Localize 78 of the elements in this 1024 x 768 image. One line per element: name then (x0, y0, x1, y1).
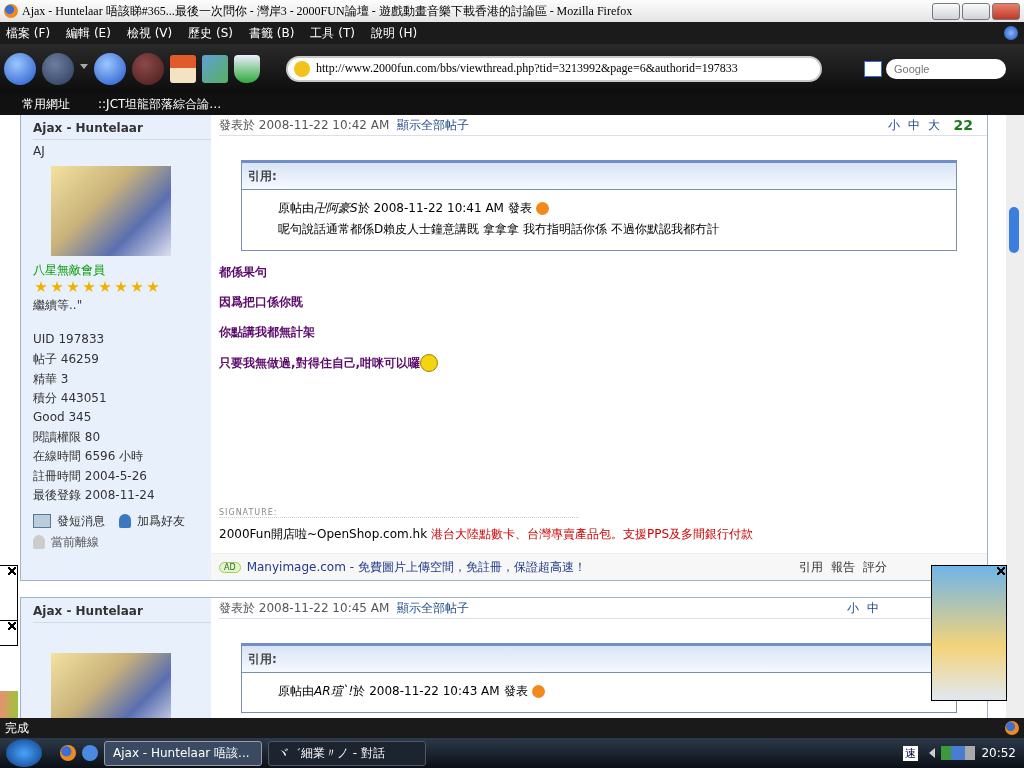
post-action-link[interactable]: 評分 (863, 558, 887, 576)
maximize-button[interactable] (962, 2, 990, 20)
minimize-button[interactable] (932, 2, 960, 20)
star-icon: ★ (49, 279, 65, 295)
post-action-link[interactable]: 引用 (799, 558, 823, 576)
ad-badge: AD (219, 561, 241, 573)
font-size-link[interactable]: 小 (847, 599, 859, 617)
close-icon[interactable] (8, 622, 16, 630)
signature-label: SIGNATURE: (219, 508, 579, 518)
shield-icon[interactable] (234, 54, 260, 83)
close-button[interactable] (992, 2, 1020, 20)
menu-item[interactable]: 工具 (T) (310, 24, 355, 42)
star-icon: ★ (81, 279, 97, 295)
user-bio: 繼續等.." (33, 297, 84, 314)
font-size-link[interactable]: 大 (927, 116, 940, 134)
close-icon[interactable] (997, 567, 1005, 575)
close-icon[interactable] (8, 567, 16, 575)
font-size-link[interactable]: 中 (867, 599, 879, 617)
menu-item[interactable]: 書籤 (B) (249, 24, 295, 42)
post-text: 都係果句 (219, 264, 268, 281)
star-icon: ★ (65, 279, 81, 295)
menu-item[interactable]: 檢視 (V) (126, 24, 173, 42)
menu-item[interactable]: 說明 (H) (371, 24, 418, 42)
quote-title: 引用: (242, 163, 956, 190)
menu-item[interactable]: 歷史 (S) (188, 24, 234, 42)
search-field[interactable]: Google (886, 58, 1006, 79)
stat-line: 最後登錄 2008-11-24 (33, 487, 156, 505)
start-button[interactable] (6, 739, 42, 767)
post-text: 因爲把口係你既 (219, 294, 304, 311)
clock-time: 20:52 (981, 746, 1016, 760)
custom-title: AJ (33, 144, 46, 158)
font-size-link[interactable]: 小 (887, 116, 900, 134)
bookmark-item[interactable]: 常用網址 (22, 95, 70, 113)
star-icon: ★ (129, 279, 145, 295)
taskbar-button[interactable]: ヾ゛細業〃ノ - 對話 (268, 740, 426, 766)
address-field[interactable]: http://www.2000fun.com/bbs/viewthread.php?tid=3213992&page=6&authorid=197833 (288, 57, 820, 80)
stat-line: 精華 3 (33, 370, 70, 388)
stat-line: 帖子 46259 (33, 351, 100, 369)
show-all-link[interactable]: 顯示全部帖子 (397, 599, 470, 617)
offline-status: 當前離線 (33, 533, 211, 551)
ad-image-placeholder (0, 691, 18, 718)
floor-number: 22 (953, 117, 973, 133)
ad-link[interactable]: Manyimage.com - 免費圖片上傳空間，免註冊，保證超高速！ (246, 558, 586, 576)
post-time: 發表於 2008-11-22 10:42 AM (219, 116, 390, 134)
quote-text: 呢句說話通常都係D賴皮人士鐘意講既 拿拿拿 我冇指明話你係 不過你默認我都冇計 (278, 221, 720, 238)
stat-line: 在線時間 6596 小時 (33, 448, 145, 466)
rank-label: 八星無敵會員 (33, 262, 106, 279)
post-action-link[interactable]: 報告 (831, 558, 855, 576)
status-text: 完成 (5, 719, 29, 737)
star-icon: ★ (33, 279, 49, 295)
stat-line: 註冊時間 2004-5-26 (33, 467, 148, 485)
stat-line: Good 345 (33, 409, 93, 426)
smiley-icon (420, 354, 439, 372)
stat-line: 積分 443051 (33, 390, 108, 408)
menu-item[interactable]: 檔案 (F) (6, 24, 51, 42)
show-all-link[interactable]: 顯示全部帖子 (397, 116, 470, 134)
add-friend-link[interactable]: 加爲好友 (119, 512, 185, 530)
star-icon: ★ (97, 279, 113, 295)
font-size-link[interactable]: 中 (907, 116, 920, 134)
post-time: 發表於 2008-11-22 10:45 AM (219, 599, 390, 617)
taskbar-button[interactable]: Ajax - Huntelaar 唔該... (104, 740, 262, 766)
star-icon: ★ (145, 279, 161, 295)
stat-line: UID 197833 (33, 332, 106, 348)
signature-text: 2000Fun開店啦~OpenShop.com.hk 港台大陸點數卡、台灣專賣產品包。支援PPS及多間銀行付款 (219, 526, 754, 543)
star-icon: ★ (113, 279, 129, 295)
post-text: 你點講我都無計架 (219, 324, 316, 341)
input-method-indicator[interactable]: 速 (903, 745, 919, 761)
author-name[interactable]: Ajax - Huntelaar (33, 115, 211, 140)
scrollbar[interactable] (1006, 115, 1024, 718)
quote-author-line: 原帖由卍阿豪S於 2008-11-22 10:41 AM 發表 (278, 200, 956, 217)
send-message-link[interactable]: 發短消息 (33, 512, 105, 530)
author-name[interactable]: Ajax - Huntelaar (33, 598, 211, 623)
stat-line: 閱讀權限 80 (33, 428, 102, 446)
post-text: 只要我無做過,對得住自己,咁咪可以囉 (219, 354, 987, 372)
bookmark-item[interactable]: ::JCT坦龍部落綜合論… (98, 95, 222, 113)
window-title: Ajax - Huntelaar 唔該睇#365...最後一次問你 - 灣岸3 - 2000FUN論壇 - 遊戲動畫音樂下載香港的討論區 - Mozilla Firefox (22, 2, 634, 20)
menu-item[interactable]: 編輯 (E) (66, 24, 111, 42)
search-engine-icon (864, 60, 882, 77)
